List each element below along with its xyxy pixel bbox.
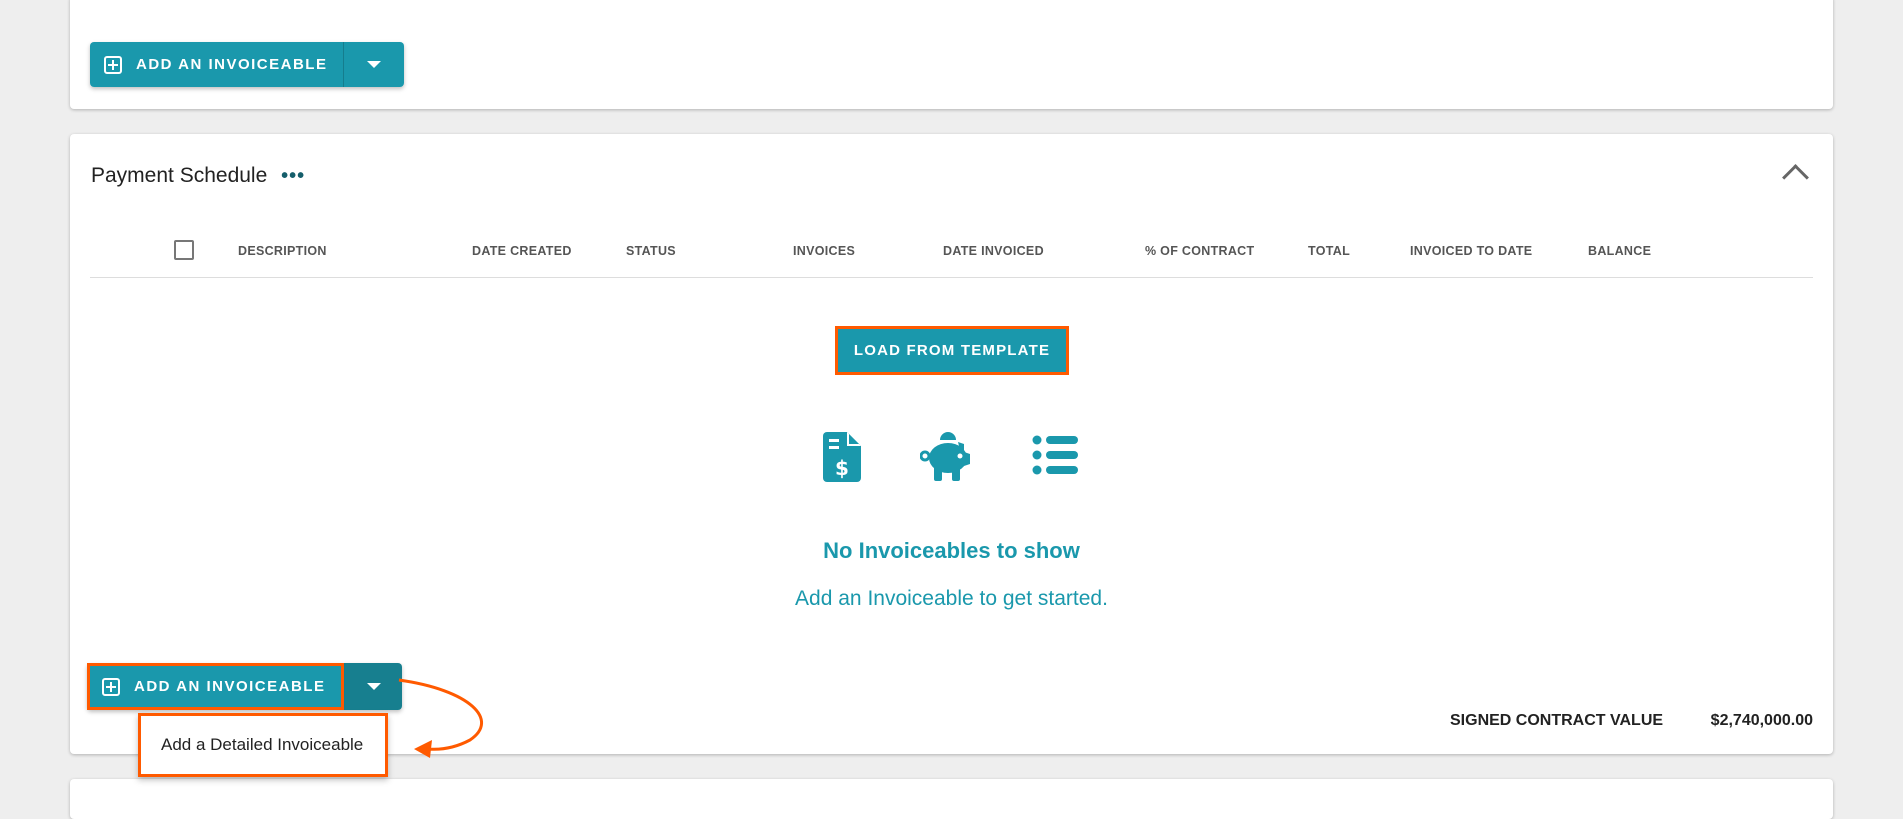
annotation-arrow — [398, 678, 483, 758]
arrow-head-icon — [414, 740, 432, 758]
